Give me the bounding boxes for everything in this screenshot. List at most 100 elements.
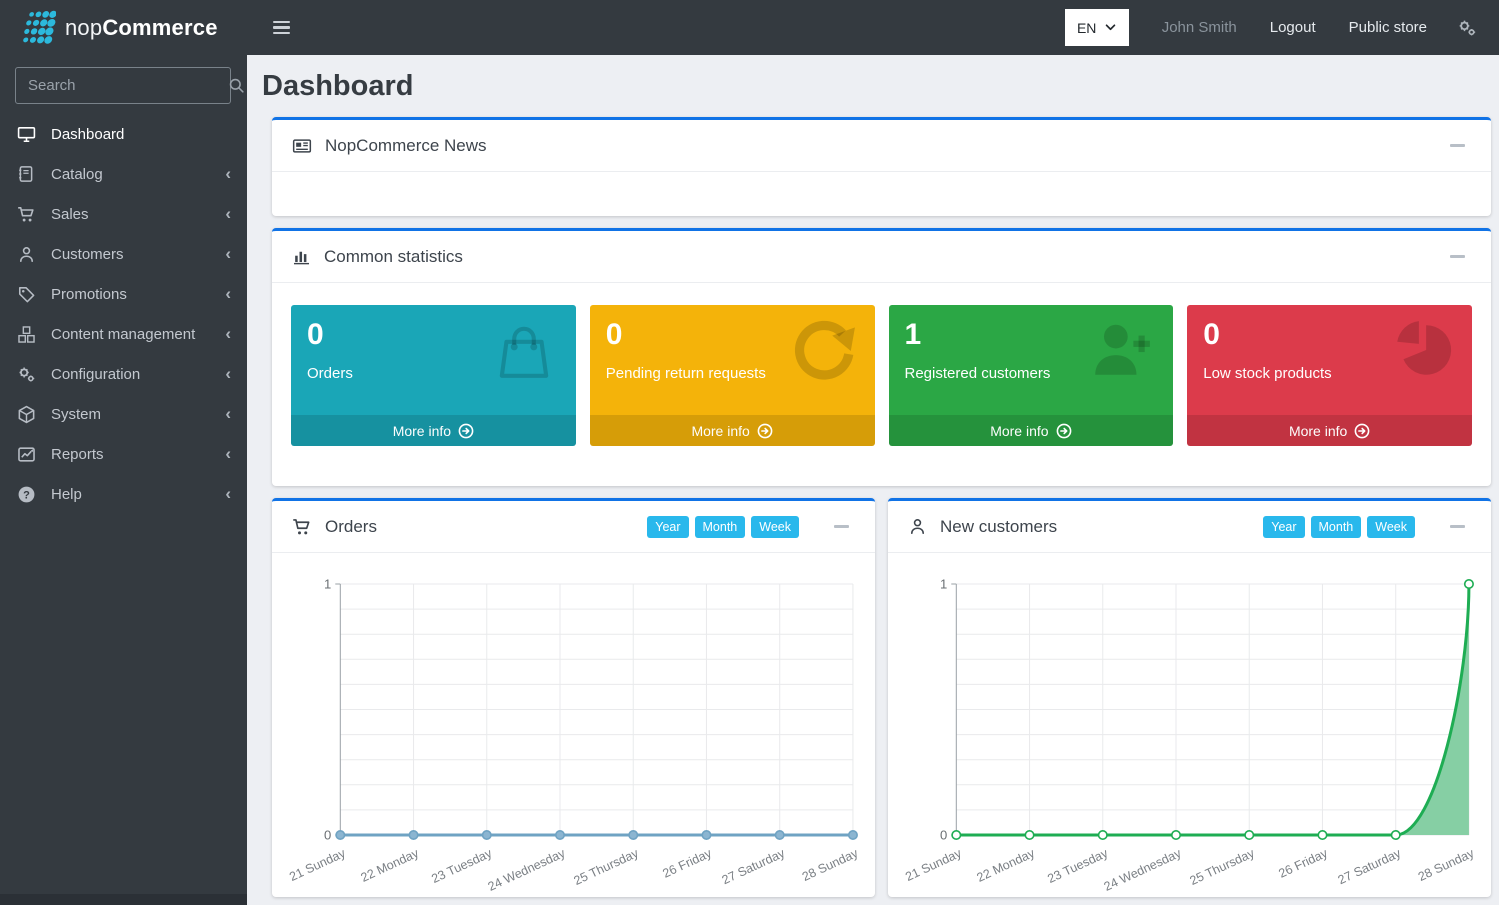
sidebar-item-label: Help [51, 486, 82, 503]
orders-line-chart: 0 1 21 Sunday 22 Monday23 Tuesday24 Wednesd… [282, 557, 865, 897]
sidebar-item-label: Customers [51, 246, 124, 263]
sidebar-item-sales[interactable]: Sales ‹ [0, 194, 247, 234]
svg-text:25 Thursday: 25 Thursday [1188, 846, 1258, 888]
week-button[interactable]: Week [751, 516, 799, 538]
svg-text:28 Sunday: 28 Sunday [800, 846, 861, 884]
svg-text:22 Monday: 22 Monday [359, 846, 422, 885]
svg-text:24 Wednesday: 24 Wednesday [1102, 846, 1184, 894]
sidebar-item-customers[interactable]: Customers ‹ [0, 234, 247, 274]
chevron-down-icon [1105, 24, 1116, 31]
more-info-link[interactable]: More info [590, 415, 875, 446]
news-panel-body [272, 172, 1491, 216]
hamburger-icon [273, 21, 290, 24]
minus-icon [834, 525, 849, 528]
sidebar-item-label: Dashboard [51, 126, 124, 143]
sidebar-item-label: Catalog [51, 166, 103, 183]
topbar-actions: EN John Smith Logout Public store [1065, 9, 1499, 46]
svg-text:27 Saturday: 27 Saturday [1336, 846, 1404, 887]
more-info-link[interactable]: More info [1187, 415, 1472, 446]
refresh-icon [789, 317, 859, 388]
svg-text:24 Wednesday: 24 Wednesday [486, 846, 568, 894]
svg-text:21 Sunday: 21 Sunday [287, 846, 348, 884]
collapse-button[interactable] [1444, 519, 1471, 534]
language-value: EN [1077, 20, 1096, 36]
arrow-circle-right-icon [1056, 423, 1072, 439]
user-icon [16, 245, 36, 264]
sidebar-item-content-management[interactable]: Content management ‹ [0, 314, 247, 354]
svg-text:25 Thursday: 25 Thursday [572, 846, 642, 888]
news-panel: NopCommerce News [272, 117, 1491, 216]
shopping-bag-icon [488, 317, 560, 388]
question-circle-icon [16, 485, 36, 504]
sidebar-toggle-button[interactable] [267, 15, 296, 41]
sidebar-item-dashboard[interactable]: Dashboard [0, 114, 247, 154]
gears-icon [16, 365, 36, 384]
month-button[interactable]: Month [695, 516, 746, 538]
new-customers-line-chart: 0121 Sunday22 Monday23 Tuesday24 Wednesd… [898, 557, 1481, 897]
more-info-link[interactable]: More info [889, 415, 1174, 446]
cubes-icon [16, 325, 36, 344]
desktop-icon [16, 125, 36, 144]
statistics-cards: 0 Orders More info 0 Pending return requ… [272, 283, 1491, 486]
page-title: Dashboard [262, 70, 1491, 103]
collapse-button[interactable] [828, 519, 855, 534]
sidebar: Dashboard Catalog ‹ Sales ‹ Customers ‹ … [0, 55, 247, 905]
book-icon [16, 165, 36, 183]
svg-text:22 Monday: 22 Monday [975, 846, 1038, 885]
sidebar-item-promotions[interactable]: Promotions ‹ [0, 274, 247, 314]
more-info-link[interactable]: More info [291, 415, 576, 446]
settings-gear-icon[interactable] [1457, 18, 1477, 38]
charts-row: Orders Year Month Week 0121 Sunday22 Mon… [272, 498, 1491, 905]
sidebar-search [15, 67, 231, 104]
bar-chart-icon [292, 247, 311, 266]
new-customers-chart-body: 0121 Sunday22 Monday23 Tuesday24 Wednesd… [888, 553, 1491, 897]
news-panel-header: NopCommerce News [272, 120, 1491, 172]
main-content: Dashboard NopCommerce News Common statis… [247, 0, 1499, 905]
language-select[interactable]: EN [1065, 9, 1129, 46]
svg-text:26 Friday: 26 Friday [1276, 846, 1330, 881]
sidebar-item-catalog[interactable]: Catalog ‹ [0, 154, 247, 194]
statistics-panel-title: Common statistics [324, 247, 463, 267]
chevron-left-icon: ‹ [225, 325, 231, 342]
collapse-button[interactable] [1444, 138, 1471, 153]
chevron-left-icon: ‹ [225, 485, 231, 502]
week-button[interactable]: Week [1367, 516, 1415, 538]
chevron-left-icon: ‹ [225, 405, 231, 422]
arrow-circle-right-icon [757, 423, 773, 439]
arrow-circle-right-icon [1354, 423, 1370, 439]
minus-icon [1450, 144, 1465, 147]
public-store-link[interactable]: Public store [1349, 19, 1427, 36]
period-buttons: Year Month Week [1263, 516, 1415, 538]
svg-text:0: 0 [324, 828, 331, 843]
logout-link[interactable]: Logout [1270, 19, 1316, 36]
minus-icon [1450, 525, 1465, 528]
sidebar-item-label: Sales [51, 206, 89, 223]
cart-icon [16, 205, 36, 224]
svg-text:23 Tuesday: 23 Tuesday [429, 846, 494, 886]
stat-card-low-stock: 0 Low stock products More info [1187, 305, 1472, 446]
chevron-left-icon: ‹ [225, 365, 231, 382]
tag-icon [16, 285, 36, 304]
svg-text:21 Sunday: 21 Sunday [903, 846, 964, 884]
chevron-left-icon: ‹ [225, 285, 231, 302]
sidebar-item-label: Configuration [51, 366, 140, 383]
collapse-button[interactable] [1444, 249, 1471, 264]
orders-chart-body: 0 1 21 Sunday 22 Monday23 Tuesday24 Wednesd… [272, 553, 875, 897]
year-button[interactable]: Year [647, 516, 688, 538]
sidebar-item-help[interactable]: Help ‹ [0, 474, 247, 514]
sidebar-item-label: Reports [51, 446, 104, 463]
search-input[interactable] [16, 77, 227, 94]
chevron-left-icon: ‹ [225, 205, 231, 222]
sidebar-item-configuration[interactable]: Configuration ‹ [0, 354, 247, 394]
sidebar-item-label: System [51, 406, 101, 423]
svg-text:1: 1 [324, 577, 331, 592]
svg-text:0: 0 [940, 828, 947, 843]
brand-logo[interactable]: nopCommerce [0, 0, 247, 55]
year-button[interactable]: Year [1263, 516, 1304, 538]
month-button[interactable]: Month [1311, 516, 1362, 538]
sidebar-item-reports[interactable]: Reports ‹ [0, 434, 247, 474]
sidebar-item-system[interactable]: System ‹ [0, 394, 247, 434]
search-icon[interactable] [227, 76, 246, 95]
stat-card-orders: 0 Orders More info [291, 305, 576, 446]
svg-text:23 Tuesday: 23 Tuesday [1045, 846, 1110, 886]
